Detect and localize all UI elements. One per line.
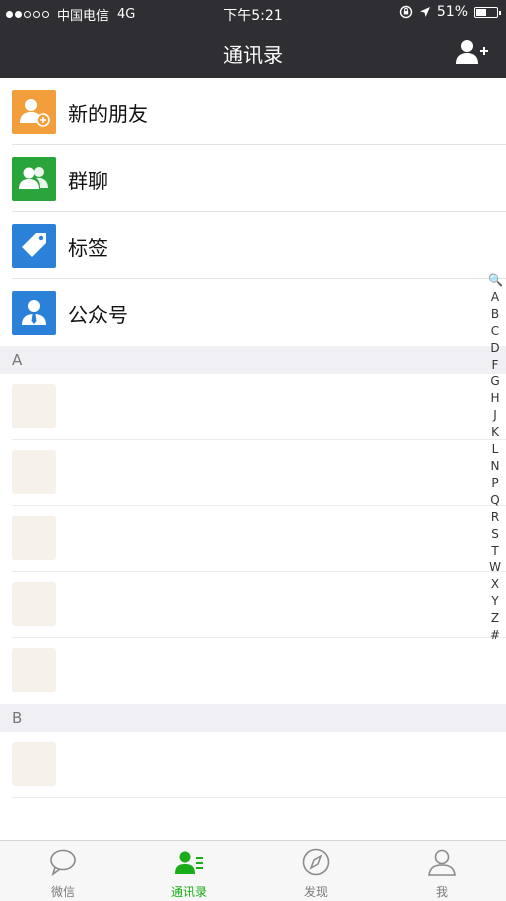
nav-bar: 通讯录 [0, 26, 506, 78]
battery-icon [474, 6, 501, 18]
tag-icon [12, 224, 56, 268]
status-right: 51% [399, 4, 501, 20]
index-letter[interactable]: Y [488, 593, 502, 610]
page-title: 通讯录 [223, 43, 283, 67]
section-letter: B [12, 709, 23, 727]
contact-row[interactable] [0, 440, 506, 506]
index-letter[interactable]: 🔍 [488, 272, 503, 289]
entry-label: 群聊 [68, 169, 108, 193]
index-letter[interactable]: P [488, 475, 502, 492]
alphabet-index[interactable]: 🔍 A B C D F G H J K L N P Q R S T W X Y Z # [488, 272, 503, 644]
official-account-icon [12, 291, 56, 335]
avatar [12, 742, 56, 786]
index-letter[interactable]: A [488, 289, 502, 306]
entry-new-friends[interactable]: 新的朋友 [0, 78, 506, 145]
entry-tags[interactable]: 标签 [0, 212, 506, 279]
contacts-list: 新的朋友 群聊 标签 公众号 A B [0, 78, 506, 798]
location-arrow-icon [419, 7, 430, 17]
entry-label: 新的朋友 [68, 102, 148, 126]
new-friends-icon [12, 90, 56, 134]
add-contact-icon[interactable] [456, 38, 488, 66]
section-header-a: A [0, 346, 506, 374]
tab-label: 通讯录 [170, 885, 207, 899]
tab-label: 微信 [50, 885, 75, 899]
entry-group-chat[interactable]: 群聊 [0, 145, 506, 212]
index-letter[interactable]: C [488, 323, 502, 340]
index-letter[interactable]: S [488, 526, 502, 543]
group-chat-icon [12, 157, 56, 201]
tab-label: 我 [435, 885, 448, 899]
index-letter[interactable]: W [488, 559, 502, 576]
battery-percent: 51% [436, 4, 468, 20]
tab-discover[interactable]: 发现 [253, 841, 379, 901]
avatar [12, 648, 56, 692]
index-letter[interactable]: F [488, 357, 502, 374]
index-letter[interactable]: D [488, 340, 502, 357]
contact-row[interactable] [0, 506, 506, 572]
avatar [12, 450, 56, 494]
avatar [12, 516, 56, 560]
index-letter[interactable]: N [488, 458, 502, 475]
entry-label: 公众号 [68, 303, 128, 327]
index-letter[interactable]: X [488, 576, 502, 593]
index-letter[interactable]: J [488, 407, 502, 424]
tab-chats[interactable]: 微信 [0, 841, 126, 901]
contact-row[interactable] [0, 572, 506, 638]
compass-icon [302, 848, 330, 876]
rotation-lock-icon [399, 5, 413, 19]
tab-contacts[interactable]: 通讯录 [126, 841, 252, 901]
section-header-b: B [0, 704, 506, 732]
index-letter[interactable]: # [488, 627, 502, 644]
tab-bar: 微信 通讯录 发现 我 [0, 840, 506, 901]
entry-label: 标签 [68, 236, 108, 260]
index-letter[interactable]: L [488, 441, 502, 458]
contact-row[interactable] [0, 638, 506, 704]
divider [12, 797, 506, 798]
index-letter[interactable]: Z [488, 610, 502, 627]
index-letter[interactable]: K [488, 424, 502, 441]
status-bar: 中国电信 4G 下午5:21 51% [0, 0, 506, 26]
index-letter[interactable]: B [488, 306, 502, 323]
index-letter[interactable]: H [488, 390, 502, 407]
contact-row[interactable] [0, 732, 506, 798]
avatar [12, 384, 56, 428]
index-letter[interactable]: R [488, 509, 502, 526]
tab-me[interactable]: 我 [379, 841, 505, 901]
chat-icon [50, 849, 76, 876]
profile-icon [428, 849, 456, 876]
index-letter[interactable]: Q [488, 492, 502, 509]
contacts-icon [175, 851, 203, 874]
contact-row[interactable] [0, 374, 506, 440]
section-letter: A [12, 351, 23, 369]
tab-label: 发现 [303, 885, 328, 899]
index-letter[interactable]: T [488, 543, 502, 560]
avatar [12, 582, 56, 626]
entry-official-accounts[interactable]: 公众号 [0, 279, 506, 346]
index-letter[interactable]: G [488, 373, 502, 390]
